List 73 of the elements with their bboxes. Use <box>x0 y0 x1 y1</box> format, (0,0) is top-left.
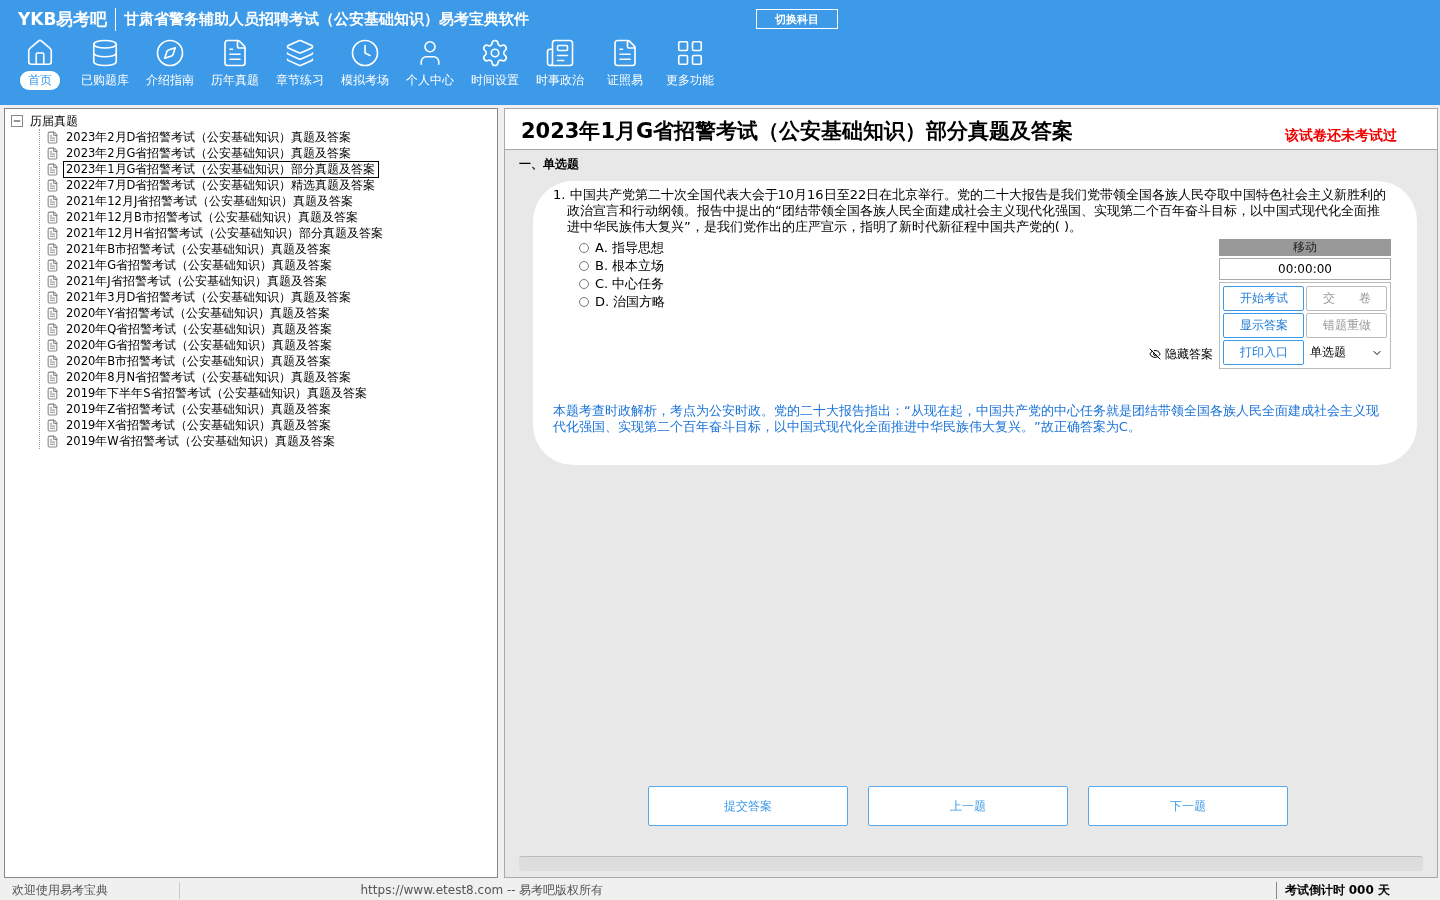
panel-button[interactable]: 开始考试 <box>1223 286 1304 311</box>
document-icon <box>46 242 59 256</box>
tree-node[interactable]: 历届真题 <box>27 112 81 130</box>
section-heading: 一、单选题 <box>519 156 580 173</box>
question-type-select[interactable]: 单选题 <box>1306 340 1387 365</box>
tree-item[interactable]: 2022年7月D省招警考试（公安基础知识）精选真题及答案 <box>63 176 379 194</box>
radio-button[interactable] <box>579 279 589 289</box>
tree-item[interactable]: 2023年2月G省招警考试（公安基础知识）真题及答案 <box>63 144 355 162</box>
tree-item[interactable]: 2019年Z省招警考试（公安基础知识）真题及答案 <box>63 400 335 418</box>
document-icon <box>46 274 59 288</box>
answer-option[interactable]: A. 指导思想 <box>579 239 666 257</box>
document-icon <box>46 226 59 240</box>
document-icon <box>46 258 59 272</box>
tree-item[interactable]: 2021年12月H省招警考试（公安基础知识）部分真题及答案 <box>63 224 386 242</box>
tree-item[interactable]: 2020年Q省招警考试（公安基础知识）真题及答案 <box>63 320 336 338</box>
answer-option[interactable]: B. 根本立场 <box>579 257 666 275</box>
tree-item[interactable]: 2021年G省招警考试（公安基础知识）真题及答案 <box>63 256 336 274</box>
document-icon <box>46 178 59 192</box>
document-icon <box>46 290 59 304</box>
document-icon <box>46 146 59 160</box>
move-handle[interactable]: 移动 <box>1219 239 1391 256</box>
collapse-icon[interactable] <box>11 115 23 127</box>
tree-item[interactable]: 2020年Y省招警考试（公安基础知识）真题及答案 <box>63 304 334 322</box>
tree-item[interactable]: 2021年J省招警考试（公安基础知识）真题及答案 <box>63 272 330 290</box>
radio-button[interactable] <box>579 261 589 271</box>
exam-status: 该试卷还未考试过 <box>1285 127 1397 145</box>
tree-item[interactable]: 2021年12月B市招警考试（公安基础知识）真题及答案 <box>63 208 361 226</box>
document-icon <box>46 434 59 448</box>
document-icon <box>46 370 59 384</box>
panel-button[interactable]: 显示答案 <box>1223 313 1304 338</box>
compass-icon <box>154 38 185 68</box>
document-icon <box>46 338 59 352</box>
newspaper-icon <box>544 38 575 68</box>
document-icon <box>46 130 59 144</box>
answer-option[interactable]: D. 治国方略 <box>579 293 666 311</box>
document-icon <box>46 354 59 368</box>
panel-button[interactable]: 打印入口 <box>1223 340 1304 365</box>
answer-analysis: 本题考查时政解析，考点为公安时政。党的二十大报告指出：“从现在起，中国共产党的中心任务就是团结带领全国各族人民全面建成社会主义现代化强国、实现第二个百年奋斗目标，以中国式现代化全面推进中华民族伟大复兴。”故正确答案为C。 <box>553 403 1380 435</box>
tree-item[interactable]: 2019年W省招警考试（公安基础知识）真题及答案 <box>63 432 338 450</box>
document-icon <box>46 386 59 400</box>
document-icon <box>46 418 59 432</box>
document-icon <box>46 194 59 208</box>
document-icon <box>46 322 59 336</box>
layers-icon <box>284 38 315 68</box>
document-icon <box>46 210 59 224</box>
tree-item[interactable]: 2023年2月D省招警考试（公安基础知识）真题及答案 <box>63 128 355 146</box>
document-icon <box>46 306 59 320</box>
document-icon <box>46 402 59 416</box>
horizontal-scrollbar[interactable] <box>519 856 1423 871</box>
clock-icon <box>349 38 380 68</box>
app-logo: YKB易考吧 <box>18 7 117 31</box>
answer-option[interactable]: C. 中心任务 <box>579 275 666 293</box>
eye-off-icon <box>1149 348 1161 360</box>
hide-answer-toggle[interactable]: 隐藏答案 <box>1149 339 1213 369</box>
countdown-text: 考试倒计时 000 天 <box>1275 881 1440 899</box>
welcome-text: 欢迎使用易考宝典 <box>0 881 180 899</box>
document-icon <box>46 162 59 176</box>
tree-item[interactable]: 2020年8月N省招警考试（公安基础知识）真题及答案 <box>63 368 355 386</box>
window-title: 甘肃省警务辅助人员招聘考试（公安基础知识）易考宝典软件 <box>124 9 531 29</box>
question-text: 1. 中国共产党第二十次全国代表大会于10月16日至22日在北京举行。党的二十大报告是我们党带领全国各族人民夺取中国特色社会主义新胜利的政治宣言和行动纲领。报告中提出的“团结带领全国各族人民全面建成社会主义现代化强国、实现第二个百年奋斗目标，以中国式现代化全面推进中华民族伟大复兴”，是我们党作出的庄严宣示，指明了新时代新征程中国共产党的( )。 <box>553 187 1388 235</box>
copyright-text: https://www.etest8.com -- 易考吧版权所有 <box>359 881 605 899</box>
tree-item[interactable]: 2020年B市招警考试（公安基础知识）真题及答案 <box>63 352 335 370</box>
radio-button[interactable] <box>579 243 589 253</box>
tree-item[interactable]: 2021年B市招警考试（公安基础知识）真题及答案 <box>63 240 335 258</box>
radio-button[interactable] <box>579 297 589 307</box>
tree-item[interactable]: 2023年1月G省招警考试（公安基础知识）部分真题及答案 <box>63 160 379 178</box>
timer-display: 00:00:00 <box>1219 258 1391 280</box>
tree-item[interactable]: 2020年G省招警考试（公安基础知识）真题及答案 <box>63 336 336 354</box>
tree-item[interactable]: 2021年12月J省招警考试（公安基础知识）真题及答案 <box>63 192 357 210</box>
tree-item[interactable]: 2021年3月D省招警考试（公安基础知识）真题及答案 <box>63 288 355 306</box>
tree-item[interactable]: 2019年X省招警考试（公安基础知识）真题及答案 <box>63 416 335 434</box>
tree-item[interactable]: 2019年下半年S省招警考试（公安基础知识）真题及答案 <box>63 384 370 402</box>
exam-title: 2023年1月G省招警考试（公安基础知识）部分真题及答案 <box>521 118 1074 145</box>
